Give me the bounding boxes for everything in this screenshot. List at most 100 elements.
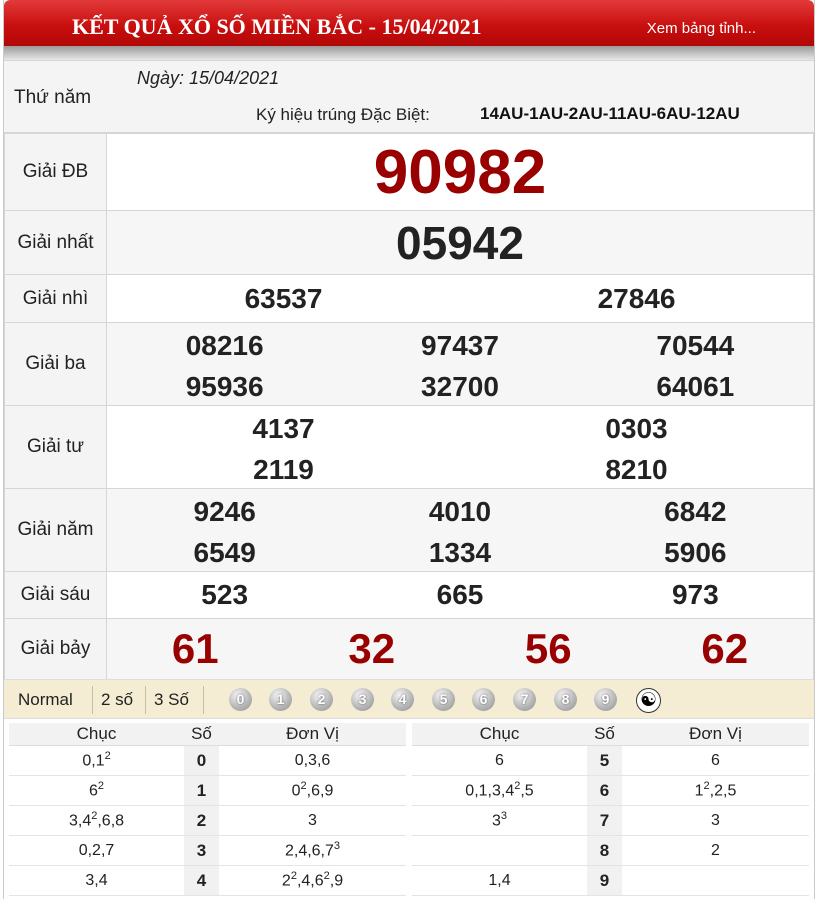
prize-number: 8210 bbox=[605, 453, 668, 485]
loto-row: 0,12 0 0,3,6 bbox=[9, 745, 406, 776]
digit-ball-3[interactable]: 3 bbox=[351, 688, 374, 711]
prize-label: Giải nhì bbox=[4, 274, 107, 323]
weekday: Thứ năm bbox=[14, 87, 92, 108]
digit-ball-2[interactable]: 2 bbox=[310, 688, 333, 711]
loto-chuc: 0,12 bbox=[9, 745, 184, 776]
yin-yang-icon[interactable]: ☯ bbox=[636, 688, 661, 713]
loto-donvi: 0,3,6 bbox=[219, 745, 406, 776]
special-codes: 14AU-1AU-2AU-11AU-6AU-12AU bbox=[480, 104, 740, 123]
prize-number: 973 bbox=[671, 579, 719, 610]
digit-ball-9[interactable]: 9 bbox=[594, 688, 617, 711]
draw-info: Thứ năm Ngày: 15/04/2021 Ký hiệu trúng Đ… bbox=[4, 60, 814, 133]
loto-chuc: 33 bbox=[412, 805, 587, 836]
loto-so: 5 bbox=[587, 745, 622, 776]
loto-chuc: 62 bbox=[9, 775, 184, 806]
prize-label: Giải năm bbox=[4, 488, 107, 572]
results-frame: KẾT QUẢ XỔ SỐ MIỀN BẮC - 15/04/2021 Xem … bbox=[3, 0, 815, 899]
loto-chuc bbox=[412, 835, 587, 866]
prize-row-db: Giải ĐB 90982 bbox=[4, 133, 814, 211]
prize-number: 32 bbox=[348, 625, 396, 672]
prize-number: 61 bbox=[171, 625, 219, 672]
prize-number: 665 bbox=[436, 579, 484, 610]
prize-row-nhat: Giải nhất 05942 bbox=[4, 210, 814, 275]
filter-2so-button[interactable]: 2 số bbox=[101, 690, 133, 710]
prize-row-sau: Giải sáu 523 665 973 bbox=[4, 571, 814, 619]
loto-so: 1 bbox=[184, 775, 219, 806]
digit-ball-8[interactable]: 8 bbox=[554, 688, 577, 711]
loto-row: 3,4 4 22,4,62,9 bbox=[9, 865, 406, 896]
prize-number: 6549 bbox=[193, 536, 256, 568]
prize-number: 27846 bbox=[597, 282, 676, 314]
prize-label: Giải tư bbox=[4, 405, 107, 489]
prize-number: 4137 bbox=[252, 412, 315, 444]
loto-row: 1,4 9 bbox=[412, 865, 809, 896]
col-header-so: Số bbox=[587, 723, 622, 746]
loto-row: 33 7 3 bbox=[412, 805, 809, 836]
prize-number: 5906 bbox=[664, 536, 727, 568]
loto-row: 3,42,6,8 2 3 bbox=[9, 805, 406, 836]
loto-so: 9 bbox=[587, 865, 622, 896]
prize-label: Giải ba bbox=[4, 322, 107, 406]
digit-ball-6[interactable]: 6 bbox=[472, 688, 495, 711]
prize-number: 62 bbox=[701, 625, 749, 672]
header-bar: KẾT QUẢ XỔ SỐ MIỀN BẮC - 15/04/2021 Xem … bbox=[4, 0, 814, 60]
prize-number: 70544 bbox=[656, 329, 735, 361]
digit-ball-5[interactable]: 5 bbox=[432, 688, 455, 711]
prize-number: 95936 bbox=[185, 370, 264, 402]
prize-label: Giải nhất bbox=[4, 210, 107, 275]
prize-row-ba: Giải ba 08216 97437 70544 95936 32700 64… bbox=[4, 322, 814, 406]
col-header-so: Số bbox=[184, 723, 219, 746]
loto-so: 0 bbox=[184, 745, 219, 776]
view-province-link[interactable]: Xem bảng tỉnh... bbox=[647, 20, 756, 37]
loto-donvi bbox=[622, 865, 809, 896]
loto-so: 3 bbox=[184, 835, 219, 866]
loto-chuc: 1,4 bbox=[412, 865, 587, 896]
prize-label: Giải ĐB bbox=[4, 133, 107, 211]
loto-donvi: 02,6,9 bbox=[219, 775, 406, 806]
col-header-chuc: Chục bbox=[9, 723, 184, 746]
prize-row-tu: Giải tư 4137 0303 2119 8210 bbox=[4, 405, 814, 489]
loto-so: 8 bbox=[587, 835, 622, 866]
loto-donvi: 6 bbox=[622, 745, 809, 776]
prize-number: 4010 bbox=[428, 495, 492, 527]
prize-number-db: 90982 bbox=[373, 137, 547, 207]
loto-so: 2 bbox=[184, 805, 219, 836]
prize-number: 6842 bbox=[664, 495, 727, 527]
prize-row-nam: Giải năm 9246 4010 6842 6549 1334 5906 bbox=[4, 488, 814, 572]
digit-ball-7[interactable]: 7 bbox=[513, 688, 536, 711]
prize-label: Giải sáu bbox=[4, 571, 107, 619]
loto-row: 0,2,7 3 2,4,6,73 bbox=[9, 835, 406, 866]
filter-normal-button[interactable]: Normal bbox=[18, 690, 73, 710]
loto-donvi: 22,4,62,9 bbox=[219, 865, 406, 896]
loto-table-right: Chục Số Đơn Vị 6 5 6 0,1,3,42,5 6 12,2,5 33 7 3 8… bbox=[412, 723, 809, 896]
prize-number-nhat: 05942 bbox=[396, 216, 524, 269]
loto-so: 7 bbox=[587, 805, 622, 836]
digit-ball-0[interactable]: 0 bbox=[229, 688, 252, 711]
prize-row-nhi: Giải nhì 63537 27846 bbox=[4, 274, 814, 323]
prize-number: 64061 bbox=[656, 370, 735, 402]
prize-number: 08216 bbox=[185, 329, 264, 361]
col-header-chuc: Chục bbox=[412, 723, 587, 746]
loto-row: 62 1 02,6,9 bbox=[9, 775, 406, 806]
prize-number: 32700 bbox=[421, 370, 499, 402]
loto-chuc: 0,2,7 bbox=[9, 835, 184, 866]
prize-row-bay: Giải bảy 61 32 56 62 bbox=[4, 618, 814, 680]
digit-ball-4[interactable]: 4 bbox=[391, 688, 414, 711]
loto-chuc: 0,1,3,42,5 bbox=[412, 775, 587, 806]
prize-number: 56 bbox=[524, 625, 572, 672]
loto-donvi: 12,2,5 bbox=[622, 775, 809, 806]
col-header-donvi: Đơn Vị bbox=[219, 723, 406, 746]
loto-so: 4 bbox=[184, 865, 219, 896]
loto-donvi: 2 bbox=[622, 835, 809, 866]
digit-ball-1[interactable]: 1 bbox=[269, 688, 292, 711]
prize-label: Giải bảy bbox=[4, 618, 107, 680]
loto-so: 6 bbox=[587, 775, 622, 806]
loto-donvi: 3 bbox=[622, 805, 809, 836]
prize-number: 9246 bbox=[193, 495, 256, 527]
col-header-donvi: Đơn Vị bbox=[622, 723, 809, 746]
prize-number: 0303 bbox=[605, 412, 668, 444]
results-table: Giải ĐB 90982 Giải nhất 05942 Giải nhì 6… bbox=[4, 133, 814, 680]
loto-row: 0,1,3,42,5 6 12,2,5 bbox=[412, 775, 809, 806]
filter-3so-button[interactable]: 3 Số bbox=[154, 690, 189, 710]
loto-donvi: 3 bbox=[219, 805, 406, 836]
